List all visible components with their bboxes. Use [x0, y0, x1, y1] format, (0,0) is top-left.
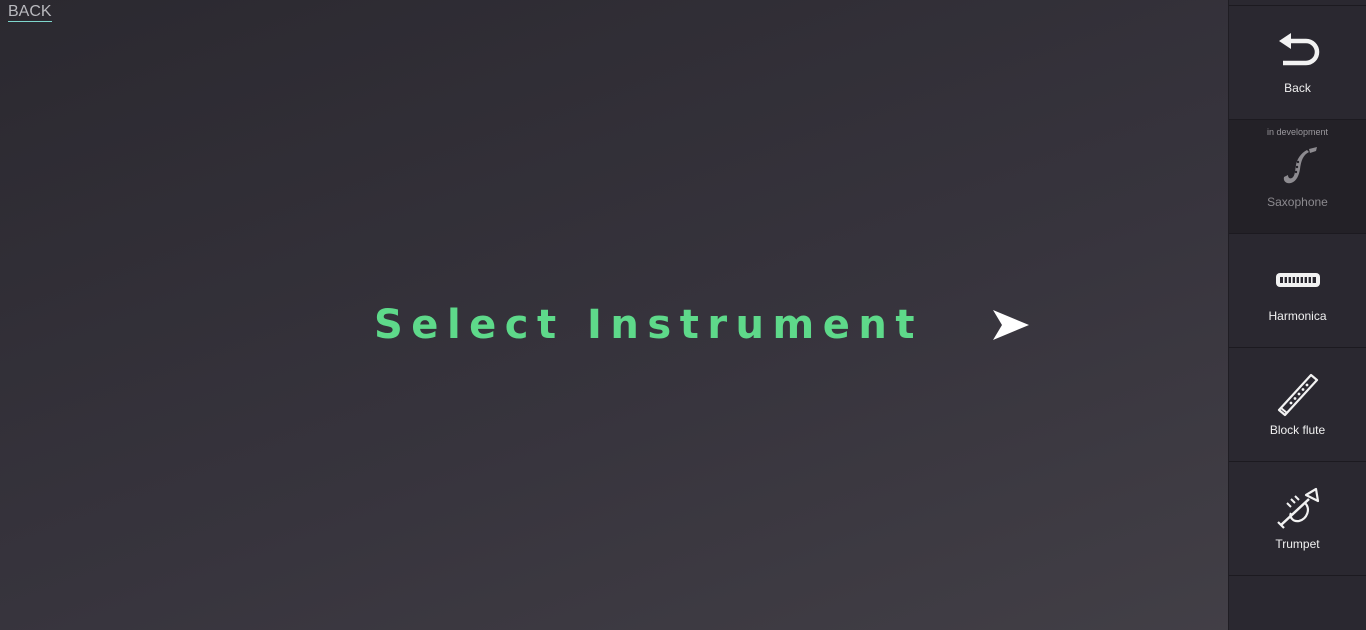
trumpet-icon: [1276, 487, 1319, 529]
flute-icon: [1277, 373, 1318, 416]
prompt-text: Select Instrument: [374, 302, 923, 348]
sidebar-item-label: Saxophone: [1267, 194, 1328, 209]
saxophone-icon: [1283, 146, 1317, 183]
sidebar-item-label: Block flute: [1269, 422, 1326, 437]
select-instrument-prompt: Select Instrument: [374, 300, 1031, 350]
undo-arrow-icon: [1278, 32, 1319, 65]
sidebar-item-block-flute[interactable]: Block flute: [1229, 348, 1366, 462]
sidebar-item-back[interactable]: Back: [1229, 6, 1366, 120]
sidebar-item-harmonica[interactable]: Harmonica: [1229, 234, 1366, 348]
in-development-note: in development: [1266, 127, 1329, 137]
sidebar-item-saxophone: in development Saxophone: [1229, 120, 1366, 234]
sidebar-item-label: Back: [1284, 80, 1311, 95]
sidebar-item-trumpet[interactable]: Trumpet: [1229, 462, 1366, 576]
sidebar-item-label: Harmonica: [1268, 308, 1327, 323]
sidebar-item-label: Trumpet: [1275, 536, 1320, 551]
pointer-arrow-icon: [992, 310, 1029, 340]
back-link[interactable]: BACK: [8, 3, 52, 22]
instrument-sidebar: Back in development Saxophone Harmonica …: [1228, 0, 1366, 630]
harmonica-icon: [1275, 272, 1320, 287]
